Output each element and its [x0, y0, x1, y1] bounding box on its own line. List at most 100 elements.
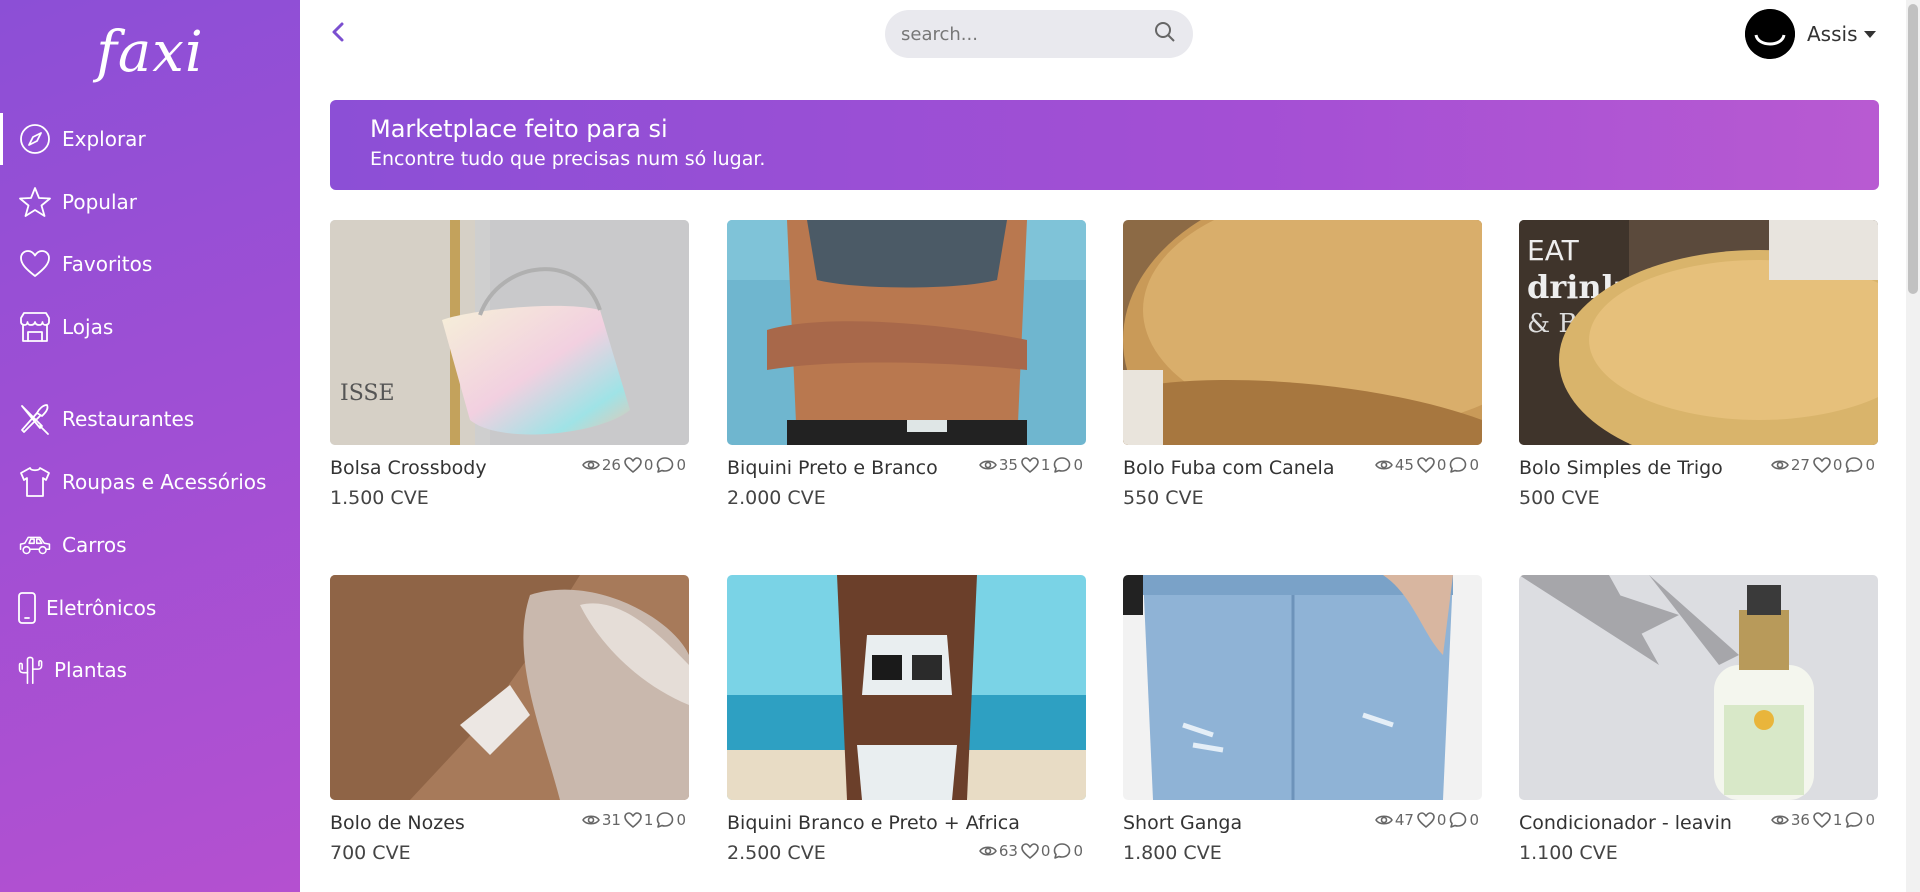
sidebar-item-favoritos[interactable]: Favoritos: [0, 238, 300, 290]
product-name[interactable]: Bolsa Crossbody: [330, 457, 487, 479]
product-image[interactable]: EAT drink & Be: [1519, 220, 1878, 445]
product-name[interactable]: Bolo Fuba com Canela: [1123, 457, 1334, 479]
comment-icon: [1846, 812, 1863, 828]
sidebar-item-label: Restaurantes: [62, 407, 195, 431]
product-name[interactable]: Bolo de Nozes: [330, 812, 465, 834]
product-image[interactable]: ISSE: [330, 220, 689, 445]
product-image[interactable]: [1519, 575, 1878, 800]
comment-icon: [1054, 843, 1071, 859]
product-stats: 26 0 0: [582, 456, 689, 474]
sidebar-item-lojas[interactable]: Lojas: [0, 301, 300, 353]
product-card[interactable]: Biquini Branco e Preto + Africa 2.500 CV…: [727, 575, 1086, 864]
utensils-icon: [16, 400, 54, 438]
scrollbar-thumb[interactable]: [1908, 4, 1918, 294]
sidebar-item-roupas[interactable]: Roupas e Acessórios: [0, 456, 300, 508]
eye-icon: [1771, 460, 1789, 470]
eye-icon: [582, 460, 600, 470]
comment-icon: [1450, 457, 1467, 473]
heart-icon: [16, 245, 54, 283]
comment-icon: [657, 457, 674, 473]
sidebar-item-carros[interactable]: Carros: [0, 519, 300, 571]
chevron-left-icon: [332, 22, 344, 42]
back-button[interactable]: [326, 18, 350, 46]
heart-icon: [624, 812, 642, 828]
comment-icon: [1846, 457, 1863, 473]
banner-subtitle: Encontre tudo que precisas num só lugar.: [370, 148, 766, 170]
product-price: 2.000 CVE: [727, 487, 826, 509]
sidebar-item-popular[interactable]: Popular: [0, 176, 300, 228]
product-card[interactable]: ISSE Bolsa Crossbody 1.500 CVE 26 0 0: [330, 220, 689, 509]
compass-icon: [16, 120, 54, 158]
product-price: 1.800 CVE: [1123, 842, 1222, 864]
product-name[interactable]: Biquini Branco e Preto + Africa: [727, 812, 1020, 834]
sidebar-item-label: Lojas: [62, 315, 114, 339]
avatar: [1745, 9, 1795, 59]
product-name[interactable]: Condicionador - leavin: [1519, 812, 1732, 834]
sidebar-item-label: Explorar: [62, 127, 146, 151]
product-card[interactable]: Short Ganga 1.800 CVE 47 0 0: [1123, 575, 1482, 864]
cactus-icon: [16, 651, 46, 689]
product-stats: 36 1 0: [1771, 811, 1878, 829]
heart-icon: [1417, 457, 1435, 473]
product-image[interactable]: [727, 575, 1086, 800]
hero-banner: Marketplace feito para si Encontre tudo …: [330, 100, 1879, 190]
heart-icon: [1021, 457, 1039, 473]
heart-icon: [1417, 812, 1435, 828]
store-icon: [16, 308, 54, 346]
product-price: 550 CVE: [1123, 487, 1204, 509]
product-image[interactable]: [1123, 575, 1482, 800]
star-icon: [16, 183, 54, 221]
sidebar-item-plantas[interactable]: Plantas: [0, 644, 300, 696]
sidebar-item-explorar[interactable]: Explorar: [0, 113, 300, 165]
heart-icon: [1813, 812, 1831, 828]
sidebar-item-eletronicos[interactable]: Eletrônicos: [0, 582, 300, 634]
svg-text:EAT: EAT: [1527, 234, 1580, 267]
product-card[interactable]: Bolo Fuba com Canela 550 CVE 45 0 0: [1123, 220, 1482, 509]
product-price: 700 CVE: [330, 842, 411, 864]
caret-down-icon: [1863, 30, 1876, 38]
eye-icon: [1375, 460, 1393, 470]
comment-icon: [1054, 457, 1071, 473]
product-card[interactable]: EAT drink & Be Bolo Simples de Trigo 500…: [1519, 220, 1878, 509]
logo[interactable]: faxi: [0, 20, 300, 85]
heart-icon: [1021, 843, 1039, 859]
sidebar-item-label: Popular: [62, 190, 137, 214]
product-stats: 35 1 0: [979, 456, 1086, 474]
user-name: Assis: [1807, 22, 1858, 46]
eye-icon: [1771, 815, 1789, 825]
sidebar-item-restaurantes[interactable]: Restaurantes: [0, 393, 300, 445]
eye-icon: [979, 460, 997, 470]
product-price: 1.500 CVE: [330, 487, 429, 509]
svg-text:ISSE: ISSE: [340, 381, 395, 406]
product-card[interactable]: Biquini Preto e Branco 2.000 CVE 35 1 0: [727, 220, 1086, 509]
product-stats: 63 0 0: [979, 842, 1086, 860]
banner-title: Marketplace feito para si: [370, 115, 668, 143]
tshirt-icon: [16, 463, 54, 501]
product-image[interactable]: [1123, 220, 1482, 445]
product-name[interactable]: Bolo Simples de Trigo: [1519, 457, 1723, 479]
phone-icon: [16, 589, 38, 627]
eye-icon: [582, 815, 600, 825]
product-image[interactable]: [330, 575, 689, 800]
sidebar-item-label: Eletrônicos: [46, 596, 157, 620]
heart-icon: [624, 457, 642, 473]
sidebar-item-label: Favoritos: [62, 252, 153, 276]
car-icon: [16, 526, 54, 564]
product-stats: 47 0 0: [1375, 811, 1482, 829]
product-card[interactable]: Condicionador - leavin 1.100 CVE 36 1 0: [1519, 575, 1878, 864]
search-icon[interactable]: [1153, 20, 1177, 48]
eye-icon: [1375, 815, 1393, 825]
user-menu[interactable]: Assis: [1745, 9, 1876, 59]
search-input[interactable]: [901, 23, 1153, 45]
search-bar: [885, 10, 1193, 58]
sidebar: faxi Explorar Popular Favoritos Lojas Re…: [0, 0, 300, 892]
scrollbar[interactable]: [1906, 0, 1920, 892]
product-name[interactable]: Short Ganga: [1123, 812, 1242, 834]
product-stats: 27 0 0: [1771, 456, 1878, 474]
product-price: 2.500 CVE: [727, 842, 826, 864]
product-name[interactable]: Biquini Preto e Branco: [727, 457, 938, 479]
sidebar-item-label: Carros: [62, 533, 127, 557]
product-image[interactable]: [727, 220, 1086, 445]
comment-icon: [657, 812, 674, 828]
product-card[interactable]: Bolo de Nozes 700 CVE 31 1 0: [330, 575, 689, 864]
